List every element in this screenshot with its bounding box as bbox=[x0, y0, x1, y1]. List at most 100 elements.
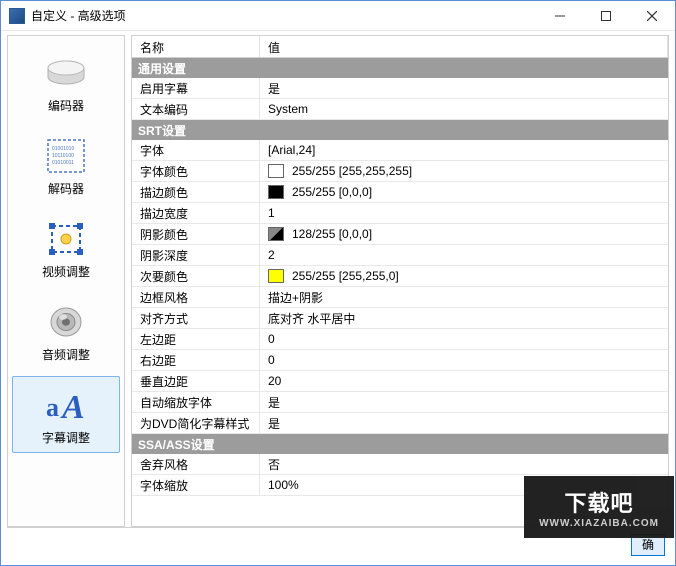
svg-text:A: A bbox=[60, 389, 85, 424]
property-value-text: 20 bbox=[268, 374, 281, 388]
property-value-text: 底对齐 水平居中 bbox=[268, 310, 355, 327]
property-name: 文本编码 bbox=[132, 99, 260, 119]
property-row[interactable]: 字体颜色 255/255 [255,255,255] bbox=[132, 161, 668, 182]
property-value[interactable]: 是 bbox=[260, 413, 668, 433]
property-name: 垂直边距 bbox=[132, 371, 260, 391]
property-row[interactable]: 为DVD简化字幕样式是 bbox=[132, 413, 668, 434]
property-value-text: 是 bbox=[268, 80, 280, 97]
color-swatch bbox=[268, 185, 284, 199]
property-row[interactable]: 舍弃风格否 bbox=[132, 454, 668, 475]
property-name: 边框风格 bbox=[132, 287, 260, 307]
property-value[interactable]: 255/255 [255,255,0] bbox=[260, 266, 668, 286]
property-row[interactable]: 次要颜色255/255 [255,255,0] bbox=[132, 266, 668, 287]
property-value[interactable]: 描边+阴影 bbox=[260, 287, 668, 307]
sidebar-item-video[interactable]: 视频调整 bbox=[12, 210, 120, 287]
property-value[interactable]: [Arial,24] bbox=[260, 140, 668, 160]
property-row[interactable]: 左边距0 bbox=[132, 329, 668, 350]
property-value[interactable]: 0 bbox=[260, 329, 668, 349]
property-grid: 名称 值 通用设置启用字幕是文本编码SystemSRT设置字体[Arial,24… bbox=[131, 35, 669, 527]
property-row[interactable]: 自动缩放字体是 bbox=[132, 392, 668, 413]
property-row[interactable]: 边框风格描边+阴影 bbox=[132, 287, 668, 308]
property-value[interactable]: 是 bbox=[260, 392, 668, 412]
property-name: 字体颜色 bbox=[132, 161, 260, 181]
sidebar-item-subtitle[interactable]: a A 字幕调整 bbox=[12, 376, 120, 453]
property-value-text: 255/255 [0,0,0] bbox=[292, 185, 372, 199]
property-value-text: System bbox=[268, 102, 308, 116]
property-row[interactable]: 启用字幕是 bbox=[132, 78, 668, 99]
property-name: 描边颜色 bbox=[132, 182, 260, 202]
section-header[interactable]: 通用设置 bbox=[132, 58, 668, 78]
property-name: 自动缩放字体 bbox=[132, 392, 260, 412]
grid-body[interactable]: 通用设置启用字幕是文本编码SystemSRT设置字体[Arial,24]字体颜色… bbox=[132, 58, 668, 526]
color-swatch bbox=[268, 269, 284, 283]
property-value-text: 1 bbox=[268, 206, 275, 220]
property-name: 字体缩放 bbox=[132, 475, 260, 495]
grid-header: 名称 值 bbox=[132, 36, 668, 58]
property-value-text: [Arial,24] bbox=[268, 143, 315, 157]
property-value[interactable]: 0 bbox=[260, 350, 668, 370]
ok-button[interactable]: 确 bbox=[631, 534, 665, 556]
sidebar-item-label: 视频调整 bbox=[42, 263, 90, 280]
sidebar-item-audio[interactable]: 音频调整 bbox=[12, 293, 120, 370]
sidebar-item-label: 音频调整 bbox=[42, 346, 90, 363]
content: 编码器 01001010 10110100 01010011 解码器 bbox=[1, 31, 675, 527]
property-row[interactable]: 阴影深度2 bbox=[132, 245, 668, 266]
property-row[interactable]: 垂直边距 20 bbox=[132, 371, 668, 392]
property-row[interactable]: 字体[Arial,24] bbox=[132, 140, 668, 161]
sidebar-item-label: 编码器 bbox=[48, 97, 84, 114]
property-value[interactable]: 2 bbox=[260, 245, 668, 265]
property-value-text: 0 bbox=[268, 353, 275, 367]
property-row[interactable]: 右边距 0 bbox=[132, 350, 668, 371]
col-header-name[interactable]: 名称 bbox=[132, 36, 260, 57]
minimize-button[interactable] bbox=[537, 1, 583, 31]
property-value[interactable]: 底对齐 水平居中 bbox=[260, 308, 668, 328]
app-icon bbox=[9, 8, 25, 24]
property-value[interactable]: 1 bbox=[260, 203, 668, 223]
property-row[interactable]: 描边颜色 255/255 [0,0,0] bbox=[132, 182, 668, 203]
property-row[interactable]: 字体缩放100% bbox=[132, 475, 668, 496]
font-icon: a A bbox=[42, 385, 90, 425]
property-value-text: 128/255 [0,0,0] bbox=[292, 227, 372, 241]
hdd-icon bbox=[42, 53, 90, 93]
window-title: 自定义 - 高级选项 bbox=[31, 7, 126, 24]
section-header[interactable]: SRT设置 bbox=[132, 120, 668, 140]
property-value[interactable]: 128/255 [0,0,0] bbox=[260, 224, 668, 244]
property-name: 阴影颜色 bbox=[132, 224, 260, 244]
property-value[interactable]: 20 bbox=[260, 371, 668, 391]
property-name: 舍弃风格 bbox=[132, 454, 260, 474]
property-name: 阴影深度 bbox=[132, 245, 260, 265]
close-button[interactable] bbox=[629, 1, 675, 31]
col-header-value[interactable]: 值 bbox=[260, 36, 668, 57]
footer: 确 bbox=[7, 527, 669, 561]
property-name: 启用字幕 bbox=[132, 78, 260, 98]
property-value[interactable]: System bbox=[260, 99, 668, 119]
svg-text:01010011: 01010011 bbox=[52, 160, 74, 166]
property-row[interactable]: 描边宽度1 bbox=[132, 203, 668, 224]
sidebar-item-label: 解码器 bbox=[48, 180, 84, 197]
property-value[interactable]: 否 bbox=[260, 454, 668, 474]
property-value-text: 255/255 [255,255,255] bbox=[292, 164, 412, 178]
property-value-text: 0 bbox=[268, 332, 275, 346]
sidebar-item-decoder[interactable]: 01001010 10110100 01010011 解码器 bbox=[12, 127, 120, 204]
sidebar-item-label: 字幕调整 bbox=[42, 429, 90, 446]
property-name: 次要颜色 bbox=[132, 266, 260, 286]
property-name: 对齐方式 bbox=[132, 308, 260, 328]
speaker-icon bbox=[42, 302, 90, 342]
property-value-text: 否 bbox=[268, 456, 280, 473]
maximize-button[interactable] bbox=[583, 1, 629, 31]
property-value[interactable]: 255/255 [0,0,0] bbox=[260, 182, 668, 202]
property-value[interactable]: 255/255 [255,255,255] bbox=[260, 161, 668, 181]
sidebar-item-encoder[interactable]: 编码器 bbox=[12, 44, 120, 121]
color-swatch bbox=[268, 227, 284, 241]
property-name: 右边距 bbox=[132, 350, 260, 370]
titlebar: 自定义 - 高级选项 bbox=[1, 1, 675, 31]
property-value-text: 是 bbox=[268, 415, 280, 432]
property-row[interactable]: 文本编码 System bbox=[132, 99, 668, 120]
property-value[interactable]: 是 bbox=[260, 78, 668, 98]
svg-text:10110100: 10110100 bbox=[52, 153, 74, 159]
property-name: 为DVD简化字幕样式 bbox=[132, 413, 260, 433]
property-row[interactable]: 对齐方式底对齐 水平居中 bbox=[132, 308, 668, 329]
property-row[interactable]: 阴影颜色 128/255 [0,0,0] bbox=[132, 224, 668, 245]
section-header[interactable]: SSA/ASS设置 bbox=[132, 434, 668, 454]
property-value[interactable]: 100% bbox=[260, 475, 668, 495]
